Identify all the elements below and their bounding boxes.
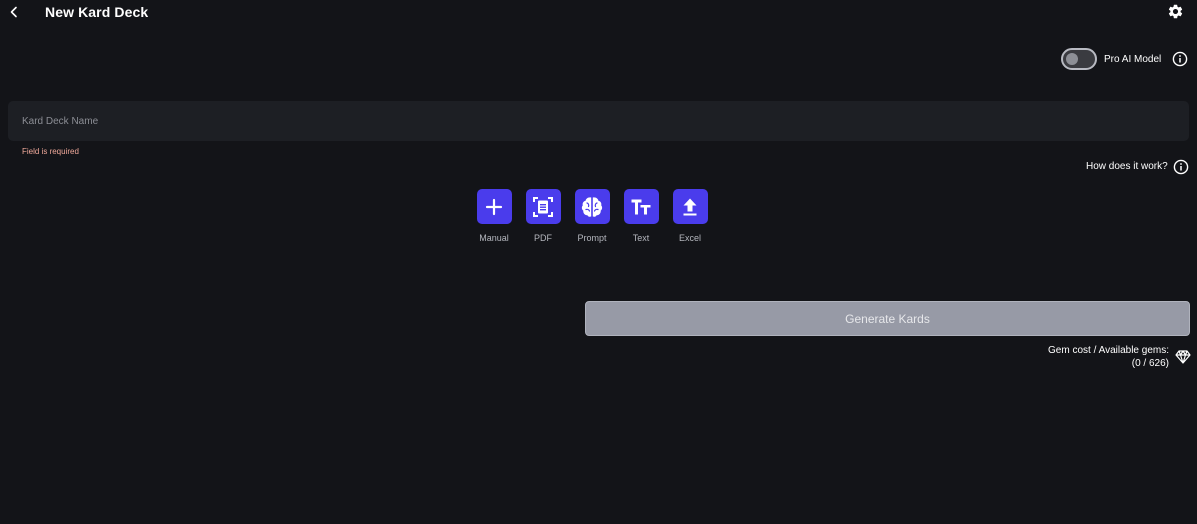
text-size-icon [631, 199, 651, 214]
info-circle-icon [1172, 51, 1188, 67]
gem-cost-value: (0 / 626) [1131, 358, 1169, 369]
gem-cost-label: Gem cost / Available gems: [1048, 345, 1169, 356]
source-tile [574, 189, 610, 224]
source-tile [672, 189, 708, 224]
chevron-left-icon [10, 6, 17, 18]
info-circle-icon [1173, 159, 1189, 175]
pro-ai-model-label: Pro AI Model [1104, 54, 1162, 65]
pro-ai-model-info-button[interactable] [1172, 51, 1188, 67]
settings-button[interactable] [1167, 3, 1184, 20]
gear-icon [1168, 4, 1183, 19]
pro-ai-model-toggle[interactable] [1061, 48, 1097, 70]
gem-cost-info: Gem cost / Available gems: (0 / 626) [1048, 344, 1169, 370]
source-tile [476, 189, 512, 224]
diamond-icon [1175, 350, 1191, 364]
kard-deck-name-input[interactable] [8, 101, 1189, 141]
brain-icon [581, 196, 603, 217]
document-scan-icon [533, 196, 553, 217]
how-does-it-work-info-button[interactable] [1173, 159, 1189, 175]
source-label: Prompt [577, 233, 607, 243]
how-does-it-work-link[interactable]: How does it work? [1086, 161, 1168, 172]
new-deck-screen: New Kard Deck Pro AI Model Field is requ… [0, 0, 1197, 524]
source-excel-button[interactable]: Excel [670, 189, 710, 249]
plus-icon [485, 198, 503, 215]
toggle-knob [1066, 53, 1078, 65]
source-pdf-button[interactable]: PDF [523, 189, 563, 249]
field-error-message: Field is required [22, 147, 79, 156]
source-tile [525, 189, 561, 224]
deck-source-options: Manual PDF Prompt Text Excel [473, 189, 717, 249]
source-label: Manual [479, 233, 509, 243]
generate-kards-button[interactable]: Generate Kards [585, 301, 1190, 336]
source-label: Excel [678, 233, 701, 243]
source-prompt-button[interactable]: Prompt [572, 189, 612, 249]
source-label: PDF [534, 233, 552, 243]
source-tile [623, 189, 659, 224]
page-title: New Kard Deck [45, 4, 149, 20]
source-label: Text [632, 233, 650, 243]
back-button[interactable] [4, 2, 24, 22]
source-manual-button[interactable]: Manual [474, 189, 514, 249]
upload-icon [683, 198, 697, 215]
source-text-button[interactable]: Text [621, 189, 661, 249]
